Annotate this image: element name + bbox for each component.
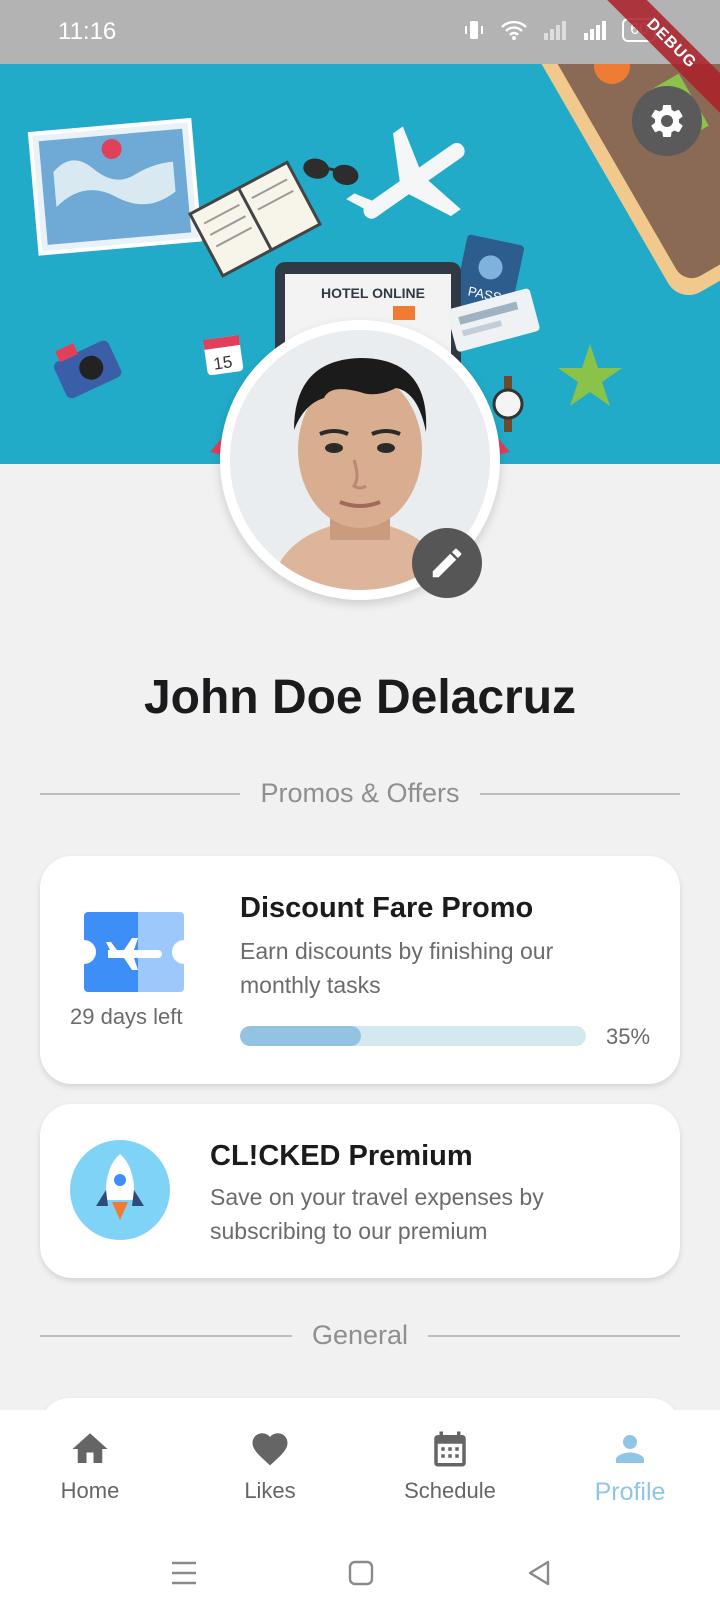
- nav-home-label: Home: [60, 1478, 120, 1503]
- divider-line: [40, 1334, 292, 1337]
- home-icon: [72, 1433, 108, 1463]
- promos-section-heading: Promos & Offers: [40, 778, 680, 809]
- home-button-icon[interactable]: [348, 1560, 374, 1586]
- vibrate-icon: [465, 21, 484, 39]
- person-icon: [616, 1435, 644, 1463]
- nav-schedule-label: Schedule: [404, 1478, 496, 1503]
- promo-description: Earn discounts by finishing our monthly …: [240, 938, 554, 998]
- section-title: Promos & Offers: [260, 778, 460, 808]
- settings-button[interactable]: [632, 86, 702, 156]
- nav-likes-label: Likes: [244, 1478, 296, 1503]
- system-navigation-bar: [0, 1534, 720, 1612]
- svg-text:HOTEL ONLINE: HOTEL ONLINE: [321, 285, 425, 301]
- divider-line: [40, 792, 241, 795]
- heart-icon: [252, 1433, 288, 1466]
- section-title: General: [311, 1320, 409, 1350]
- edit-avatar-button[interactable]: [412, 528, 482, 598]
- signal-icon: [584, 21, 607, 40]
- nav-schedule[interactable]: Schedule: [360, 1410, 540, 1534]
- status-bar: 11:16 60 DEBUG: [0, 0, 720, 122]
- back-icon[interactable]: [526, 1560, 552, 1586]
- svg-text:15: 15: [212, 352, 233, 373]
- profile-name: John Doe Delacruz: [143, 671, 577, 724]
- signal-off-icon: [544, 21, 567, 40]
- menu-icon[interactable]: [170, 1560, 198, 1586]
- nav-profile-label: Profile: [594, 1478, 666, 1506]
- general-section-heading: General: [40, 1320, 680, 1351]
- nav-profile[interactable]: Profile: [540, 1410, 720, 1534]
- premium-description: Save on your travel expenses by subscrib…: [210, 1184, 544, 1244]
- nav-home[interactable]: Home: [0, 1410, 180, 1534]
- nav-likes[interactable]: Likes: [180, 1410, 360, 1534]
- discount-promo-card[interactable]: 29 days left Discount Fare Promo Earn di…: [40, 856, 680, 1084]
- promo-title: Discount Fare Promo: [240, 892, 534, 924]
- wifi-icon: [501, 20, 528, 40]
- premium-title: CL!CKED Premium: [210, 1140, 473, 1172]
- premium-card[interactable]: CL!CKED Premium Save on your travel expe…: [40, 1104, 680, 1278]
- rocket-badge: [70, 1140, 170, 1240]
- divider-line: [428, 1334, 680, 1337]
- pencil-icon: [432, 548, 462, 578]
- divider-line: [479, 792, 680, 795]
- ticket-plane-icon: [84, 912, 184, 992]
- status-icons: 60: [462, 18, 656, 42]
- calendar-icon: [434, 1431, 466, 1467]
- status-time: 11:16: [58, 18, 117, 45]
- gear-icon: [651, 104, 683, 137]
- bottom-navigation: Home Likes Schedule Profile: [0, 1410, 720, 1534]
- rocket-icon: [96, 1154, 144, 1220]
- promo-progress-label: 35%: [606, 1024, 651, 1049]
- promo-progress-bar: [240, 1026, 586, 1046]
- promo-progress-fill: [240, 1026, 362, 1046]
- days-left-label: 29 days left: [70, 1004, 183, 1029]
